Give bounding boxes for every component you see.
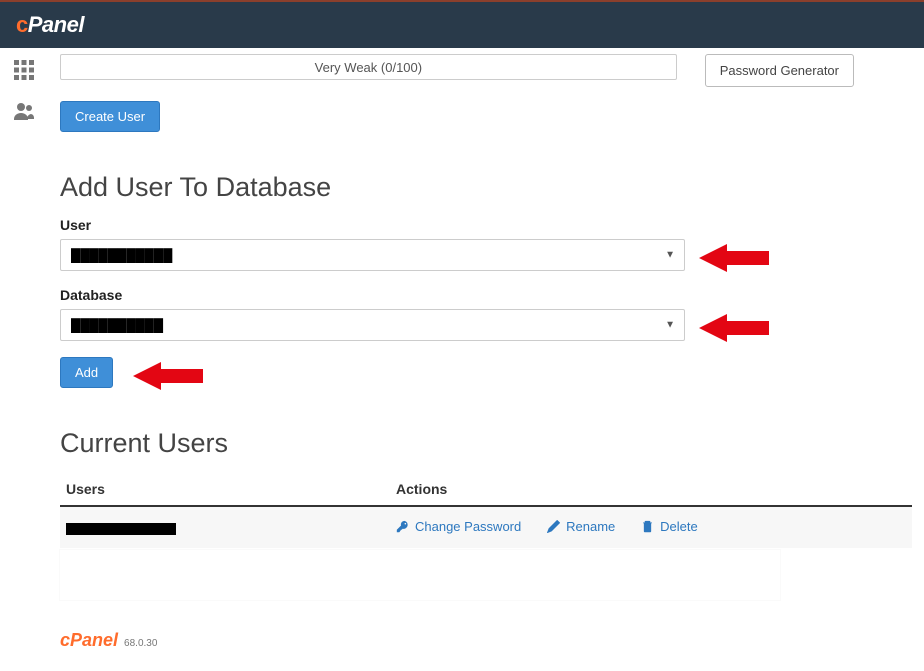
annotation-arrow-icon bbox=[133, 358, 189, 388]
create-user-button[interactable]: Create User bbox=[60, 101, 160, 132]
col-header-actions: Actions bbox=[396, 481, 906, 497]
current-users-heading: Current Users bbox=[60, 428, 912, 459]
user-name-cell bbox=[66, 520, 396, 536]
pencil-icon bbox=[547, 520, 560, 533]
current-users-table: Users Actions Change Password Rename bbox=[60, 473, 912, 548]
user-select-label: User bbox=[60, 217, 912, 233]
delete-link[interactable]: Delete bbox=[641, 519, 698, 534]
rename-link[interactable]: Rename bbox=[547, 519, 615, 534]
table-header: Users Actions bbox=[60, 473, 912, 507]
change-password-link[interactable]: Change Password bbox=[396, 519, 521, 534]
footer-version: 68.0.30 bbox=[124, 638, 157, 649]
database-select-label: Database bbox=[60, 287, 912, 303]
user-select[interactable]: ███████████ bbox=[60, 239, 685, 271]
annotation-arrow-icon bbox=[699, 310, 755, 340]
add-button[interactable]: Add bbox=[60, 357, 113, 388]
sidebar bbox=[0, 48, 48, 671]
actions-cell: Change Password Rename Delete bbox=[396, 519, 906, 536]
col-header-users: Users bbox=[66, 481, 396, 497]
password-strength-meter: Very Weak (0/100) bbox=[60, 54, 677, 80]
users-icon[interactable] bbox=[12, 99, 36, 126]
apps-grid-icon[interactable] bbox=[12, 58, 36, 85]
key-icon bbox=[396, 520, 409, 533]
cpanel-logo: cPanel bbox=[16, 12, 84, 38]
top-navbar: cPanel bbox=[0, 0, 924, 48]
add-user-heading: Add User To Database bbox=[60, 172, 912, 203]
table-row: Change Password Rename Delete bbox=[60, 507, 912, 548]
footer-logo: cPanel bbox=[60, 630, 118, 651]
trash-icon bbox=[641, 520, 654, 533]
spacer-block bbox=[60, 550, 780, 600]
database-select[interactable]: ██████████ bbox=[60, 309, 685, 341]
annotation-arrow-icon bbox=[699, 240, 755, 270]
password-generator-button[interactable]: Password Generator bbox=[705, 54, 854, 87]
main-content: Very Weak (0/100) Password Generator Cre… bbox=[48, 48, 924, 671]
footer: cPanel 68.0.30 bbox=[60, 630, 912, 651]
